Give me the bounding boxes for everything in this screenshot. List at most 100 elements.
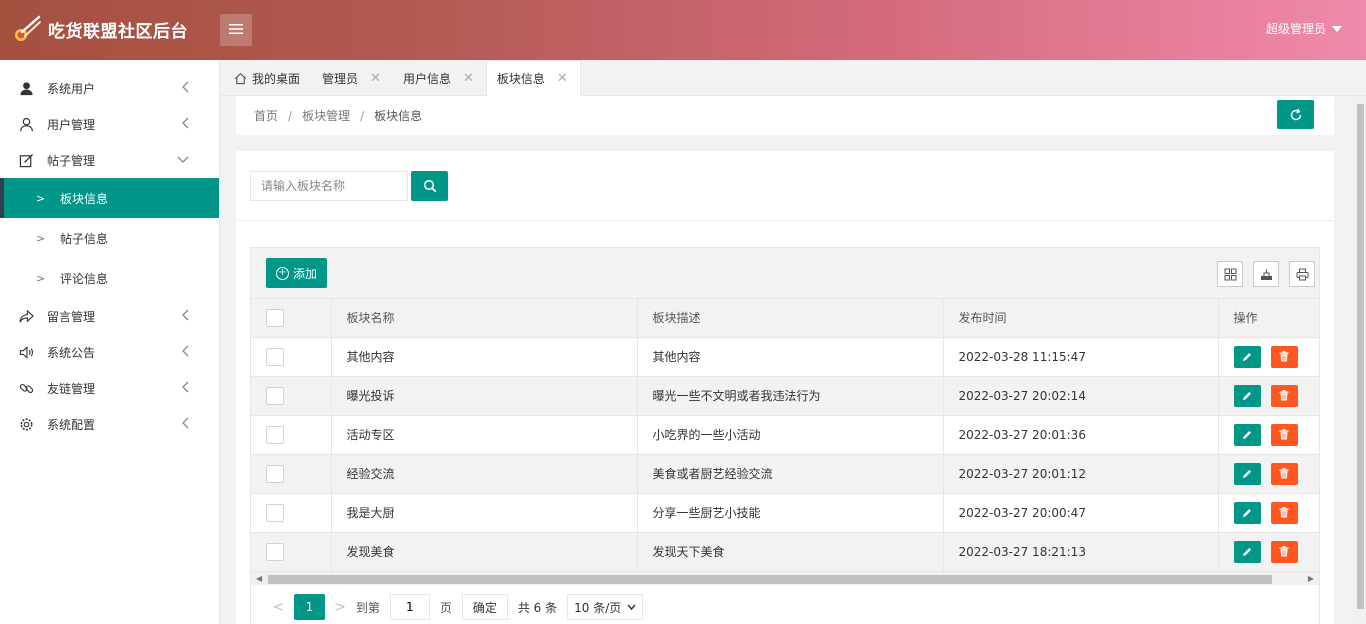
edit-button[interactable] [1233, 540, 1261, 563]
menu-toggle-button[interactable] [220, 14, 252, 46]
print-button[interactable] [1289, 261, 1315, 287]
edit-button[interactable] [1233, 462, 1261, 485]
pencil-icon [1242, 547, 1252, 557]
trash-icon [1279, 546, 1289, 557]
sidebar-item-label: 帖子管理 [47, 153, 96, 168]
chevron-down-icon [177, 153, 189, 167]
cell-board-name: 经验交流 [331, 454, 638, 494]
delete-button[interactable] [1270, 345, 1298, 368]
chevron-left-icon [181, 309, 189, 324]
add-button[interactable]: + 添加 [266, 258, 328, 288]
sidebar-item-announcements[interactable]: 系统公告 [0, 334, 219, 370]
sidebar-item-link-management[interactable]: 友链管理 [0, 370, 219, 406]
horizontal-scrollbar[interactable]: ◀ ▶ [251, 571, 1319, 585]
row-checkbox[interactable] [266, 503, 284, 522]
delete-button[interactable] [1270, 462, 1298, 485]
sidebar-item-post-management[interactable]: 帖子管理 [0, 142, 219, 178]
next-page-icon[interactable]: > [335, 600, 346, 615]
user-name: 超级管理员 [1265, 22, 1326, 36]
page-size-select[interactable]: 10 条/页 [567, 594, 644, 620]
chevron-left-icon [181, 117, 189, 132]
table-row[interactable]: 发现美食 发现天下美食 2022-03-27 18:21:13 [251, 532, 1320, 572]
board-table: 板块名称 板块描述 发布时间 操作 其他内容 其他内容 2022-03-28 11:… [251, 299, 1320, 572]
speaker-icon [18, 344, 34, 360]
caret-down-icon [1332, 25, 1342, 32]
cell-publish-time: 2022-03-28 11:15:47 [943, 337, 1219, 377]
scroll-right-icon[interactable]: ▶ [1308, 574, 1314, 583]
refresh-button[interactable] [1277, 100, 1314, 129]
tab-admin[interactable]: 管理员 ✕ [312, 60, 393, 96]
edit-button[interactable] [1233, 345, 1261, 368]
table-row[interactable]: 我是大厨 分享一些厨艺小技能 2022-03-27 20:00:47 [251, 493, 1320, 533]
tab-bar: 我的桌面 管理员 ✕ 用户信息 ✕ 板块信息 ✕ [220, 60, 1366, 96]
close-icon[interactable]: ✕ [463, 71, 474, 86]
sidebar-item-label: 系统公告 [47, 345, 96, 360]
column-header-description[interactable]: 板块描述 [637, 299, 944, 338]
tab-user-info[interactable]: 用户信息 ✕ [393, 60, 486, 96]
cell-actions [1217, 376, 1320, 416]
sidebar-item-user-management[interactable]: 用户管理 [0, 106, 219, 142]
cell-board-name: 活动专区 [331, 415, 638, 455]
prev-page-icon[interactable]: < [273, 600, 284, 615]
cell-publish-time: 2022-03-27 20:00:47 [943, 493, 1219, 533]
trash-icon [1279, 390, 1289, 401]
delete-button[interactable] [1270, 501, 1298, 524]
row-select-cell [251, 337, 332, 377]
chevron-right-icon: > [36, 271, 46, 285]
goto-confirm-button[interactable]: 确定 [461, 594, 508, 620]
row-checkbox[interactable] [266, 347, 284, 366]
user-outline-icon [18, 116, 34, 132]
tab-board-info[interactable]: 板块信息 ✕ [485, 60, 581, 96]
tab-desktop[interactable]: 我的桌面 [224, 60, 312, 96]
sidebar-item-message-management[interactable]: 留言管理 [0, 298, 219, 334]
scrollbar-thumb[interactable] [1357, 104, 1364, 609]
tab-label: 板块信息 [496, 72, 545, 86]
row-checkbox[interactable] [266, 425, 284, 444]
search-button[interactable] [411, 170, 448, 201]
sidebar-item-system-users[interactable]: 系统用户 [0, 70, 219, 106]
chevron-left-icon [181, 81, 189, 96]
breadcrumb-board-management[interactable]: 板块管理 [302, 107, 350, 124]
delete-button[interactable] [1270, 540, 1298, 563]
chevron-left-icon [181, 417, 189, 432]
sidebar-subitem-board-info[interactable]: > 板块信息 [0, 178, 219, 218]
delete-button[interactable] [1270, 384, 1298, 407]
table-row[interactable]: 曝光投诉 曝光一些不文明或者我违法行为 2022-03-27 20:02:14 [251, 376, 1320, 416]
edit-button[interactable] [1233, 501, 1261, 524]
edit-button[interactable] [1233, 423, 1261, 446]
scrollbar-thumb[interactable] [268, 575, 1272, 584]
vertical-scrollbar[interactable] [1355, 96, 1366, 624]
page-size-value: 10 条/页 [574, 600, 622, 615]
sidebar-item-system-config[interactable]: 系统配置 [0, 406, 219, 442]
breadcrumb-home[interactable]: 首页 [254, 107, 278, 124]
sidebar-subitem-post-info[interactable]: > 帖子信息 [0, 218, 219, 258]
table-row[interactable]: 活动专区 小吃界的一些小活动 2022-03-27 20:01:36 [251, 415, 1320, 455]
select-all-checkbox[interactable] [266, 308, 284, 327]
breadcrumb: 首页 / 板块管理 / 板块信息 [236, 96, 1334, 135]
table-row[interactable]: 经验交流 美食或者厨艺经验交流 2022-03-27 20:01:12 [251, 454, 1320, 494]
cell-board-name: 我是大厨 [331, 493, 638, 533]
columns-filter-button[interactable] [1217, 261, 1243, 287]
close-icon[interactable]: ✕ [557, 71, 568, 86]
goto-label: 到第 [355, 600, 380, 615]
scroll-left-icon[interactable]: ◀ [256, 574, 262, 583]
edit-button[interactable] [1233, 384, 1261, 407]
close-icon[interactable]: ✕ [370, 71, 381, 86]
tab-label: 管理员 [322, 71, 359, 86]
delete-button[interactable] [1270, 423, 1298, 446]
column-header-time[interactable]: 发布时间 [943, 299, 1219, 338]
user-menu[interactable]: 超级管理员 [1266, 20, 1342, 37]
gear-icon [18, 416, 34, 432]
row-checkbox[interactable] [266, 386, 284, 405]
cell-actions [1217, 454, 1320, 494]
column-header-name[interactable]: 板块名称 [331, 299, 638, 338]
export-button[interactable] [1253, 261, 1279, 287]
row-checkbox[interactable] [266, 542, 284, 561]
row-checkbox[interactable] [266, 464, 284, 483]
search-input[interactable] [250, 170, 408, 201]
cell-board-description: 发现天下美食 [637, 532, 944, 572]
table-row[interactable]: 其他内容 其他内容 2022-03-28 11:15:47 [251, 337, 1320, 377]
sidebar-subitem-comment-info[interactable]: > 评论信息 [0, 258, 219, 298]
goto-page-input[interactable] [389, 594, 430, 620]
current-page-button[interactable]: 1 [293, 594, 325, 620]
